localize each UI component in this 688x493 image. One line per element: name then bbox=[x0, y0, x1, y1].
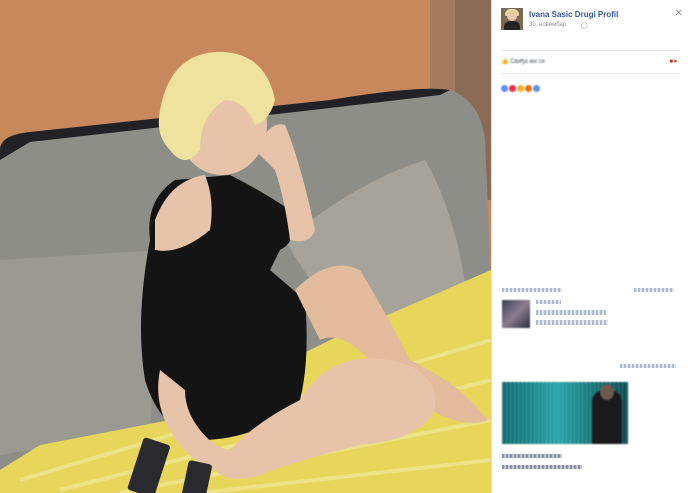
post-header: Ivana Sasic Drugi Profil 30. новембар ◯ … bbox=[501, 8, 683, 34]
divider bbox=[501, 73, 680, 74]
love-reaction-icon bbox=[509, 85, 516, 92]
suggestion-name-blur[interactable] bbox=[536, 300, 561, 304]
photo-canvas bbox=[0, 0, 491, 493]
ad-title-blur[interactable] bbox=[502, 454, 562, 458]
suggestion-text-blur bbox=[536, 310, 606, 315]
divider bbox=[501, 50, 680, 51]
suggestion-thumbnail[interactable] bbox=[502, 300, 530, 328]
ad-image[interactable] bbox=[502, 382, 628, 444]
reaction-icons[interactable] bbox=[501, 79, 541, 92]
post-date[interactable]: 30. новембар bbox=[529, 22, 566, 28]
sofa-seat bbox=[0, 250, 160, 455]
suggestion-text-blur bbox=[536, 320, 608, 325]
like-label: Свиђа ми се bbox=[510, 59, 545, 65]
author-name[interactable]: Ivana Sasic Drugi Profil bbox=[529, 10, 618, 19]
wow-reaction-icon bbox=[525, 85, 532, 92]
haha-reaction-icon bbox=[517, 85, 524, 92]
action-bar: 👍 Свиђа ми се ■➤ bbox=[501, 58, 680, 70]
suggestions-link-blur[interactable] bbox=[634, 288, 674, 292]
avatar[interactable] bbox=[501, 8, 523, 30]
ad-text-blur bbox=[502, 465, 582, 469]
ad-header-blur bbox=[620, 364, 676, 368]
share-icon[interactable]: ■➤ bbox=[669, 58, 678, 65]
close-icon[interactable]: ✕ bbox=[675, 8, 683, 19]
like-button[interactable]: 👍 Свиђа ми се bbox=[501, 58, 545, 65]
reaction-icon bbox=[533, 85, 540, 92]
post-photo[interactable] bbox=[0, 0, 491, 493]
like-reaction-icon bbox=[501, 85, 508, 92]
suggestions-header-blur bbox=[502, 288, 562, 292]
globe-icon: ◯ bbox=[581, 23, 588, 29]
post-sidebar: Ivana Sasic Drugi Profil 30. новембар ◯ … bbox=[491, 0, 688, 493]
